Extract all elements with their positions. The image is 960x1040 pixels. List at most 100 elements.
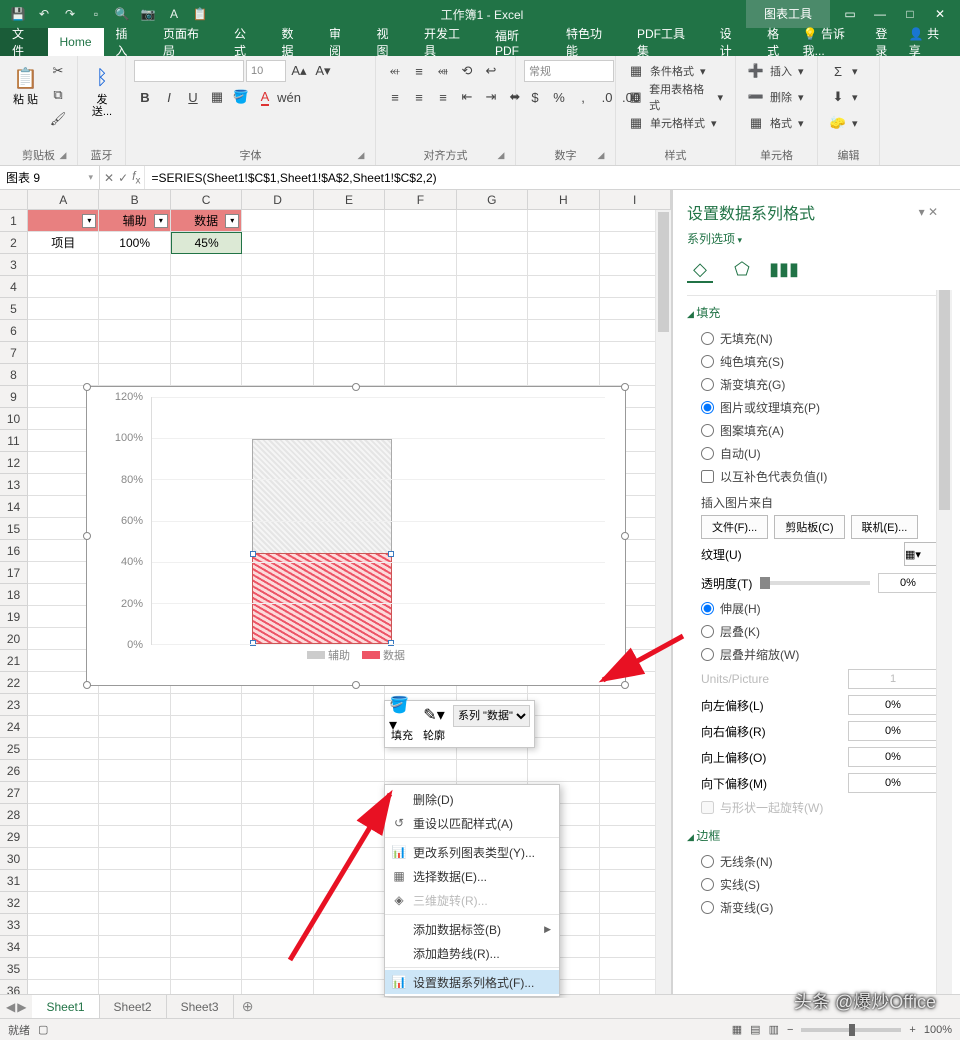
cell[interactable] <box>28 870 99 892</box>
filter-dropdown-icon[interactable]: ▾ <box>82 214 96 228</box>
cell[interactable] <box>385 320 456 342</box>
shrink-font-icon[interactable]: A▾ <box>312 60 334 82</box>
row-header[interactable]: 32 <box>0 892 28 914</box>
cell[interactable] <box>28 914 99 936</box>
cell[interactable] <box>385 254 456 276</box>
cell[interactable] <box>385 298 456 320</box>
cell[interactable] <box>242 760 313 782</box>
row-header[interactable]: 14 <box>0 496 28 518</box>
cell-styles-button[interactable]: ▦单元格样式 ▾ <box>624 112 721 134</box>
cell[interactable] <box>314 254 385 276</box>
row-header[interactable]: 13 <box>0 474 28 496</box>
dialog-launcher-icon[interactable]: ◢ <box>355 150 367 162</box>
chart-y-axis[interactable]: 0%20%40%60%80%100%120% <box>107 397 147 645</box>
row-header[interactable]: 11 <box>0 430 28 452</box>
column-header[interactable]: B <box>99 190 170 210</box>
cell[interactable] <box>171 892 242 914</box>
cell[interactable] <box>242 936 313 958</box>
zoom-in-icon[interactable]: + <box>909 1024 915 1036</box>
opt-stretch[interactable]: 伸展(H) <box>687 597 938 620</box>
phonetic-icon[interactable]: wén <box>278 86 300 108</box>
row-header[interactable]: 16 <box>0 540 28 562</box>
cell[interactable] <box>242 276 313 298</box>
filter-dropdown-icon[interactable]: ▾ <box>225 214 239 228</box>
section-border[interactable]: 边框 <box>687 827 938 844</box>
cell[interactable] <box>457 254 528 276</box>
cell[interactable] <box>314 804 385 826</box>
cell[interactable] <box>242 914 313 936</box>
cell[interactable] <box>242 364 313 386</box>
tab-foxit[interactable]: 福昕PDF <box>483 28 554 56</box>
font-color-icon[interactable]: A <box>254 86 276 108</box>
cell[interactable] <box>99 892 170 914</box>
cell[interactable] <box>457 364 528 386</box>
cell[interactable] <box>99 694 170 716</box>
cell[interactable] <box>99 760 170 782</box>
cell[interactable] <box>171 694 242 716</box>
row-header[interactable]: 6 <box>0 320 28 342</box>
confirm-edit-icon[interactable]: ✓ <box>118 171 128 185</box>
mini-fill-button[interactable]: 🪣▾填充 <box>389 705 415 743</box>
cell[interactable] <box>314 738 385 760</box>
cell[interactable] <box>385 760 456 782</box>
cell[interactable] <box>457 298 528 320</box>
cell[interactable]: 数据▾ <box>171 210 242 232</box>
align-top-icon[interactable]: ⬴ <box>384 60 406 82</box>
table-format-button[interactable]: ▦套用表格格式 ▾ <box>624 86 727 108</box>
align-middle-icon[interactable]: ≡ <box>408 60 430 82</box>
opt-gradient-fill[interactable]: 渐变填充(G) <box>687 373 938 396</box>
sheet-nav-prev-icon[interactable]: ◀ <box>6 1000 15 1014</box>
view-page-layout-icon[interactable]: ▤ <box>750 1023 760 1036</box>
cell[interactable] <box>314 914 385 936</box>
offset-bottom-input[interactable]: 0% <box>848 773 938 793</box>
grow-font-icon[interactable]: A▴ <box>288 60 310 82</box>
ctx-format-data-series[interactable]: 📊设置数据系列格式(F)... <box>385 970 559 994</box>
view-normal-icon[interactable]: ▦ <box>732 1023 742 1036</box>
row-header[interactable]: 34 <box>0 936 28 958</box>
cell[interactable] <box>99 716 170 738</box>
opt-solid-fill[interactable]: 纯色填充(S) <box>687 350 938 373</box>
cell[interactable] <box>171 342 242 364</box>
column-headers[interactable]: ABCDEFGHI <box>28 190 671 210</box>
paste-button[interactable]: 📋粘 贴 <box>8 60 43 110</box>
pane-subtitle[interactable]: 系列选项 <box>687 230 938 247</box>
cell[interactable] <box>171 782 242 804</box>
cell[interactable] <box>28 276 99 298</box>
copy-icon[interactable]: ⧉ <box>47 84 69 106</box>
font-icon[interactable]: A <box>162 3 186 25</box>
indent-dec-icon[interactable]: ⇤ <box>456 86 478 108</box>
cell[interactable] <box>28 848 99 870</box>
pane-close-icon[interactable]: ✕ <box>928 205 938 219</box>
cell[interactable] <box>457 760 528 782</box>
sheet-tab-1[interactable]: Sheet1 <box>32 995 99 1019</box>
ctx-select-data[interactable]: ▦选择数据(E)... <box>385 864 559 888</box>
cell[interactable] <box>528 716 599 738</box>
cell[interactable] <box>457 276 528 298</box>
cell[interactable] <box>28 738 99 760</box>
cell[interactable] <box>457 342 528 364</box>
cell[interactable] <box>314 298 385 320</box>
offset-top-input[interactable]: 0% <box>848 747 938 767</box>
tab-formulas[interactable]: 公式 <box>222 28 270 56</box>
cell[interactable] <box>385 364 456 386</box>
underline-icon[interactable]: U <box>182 86 204 108</box>
select-all-button[interactable] <box>0 190 28 210</box>
row-header[interactable]: 1 <box>0 210 28 232</box>
cell[interactable] <box>99 782 170 804</box>
cell[interactable] <box>242 342 313 364</box>
row-header[interactable]: 33 <box>0 914 28 936</box>
tell-me[interactable]: 💡 告诉我... <box>803 25 866 59</box>
cell[interactable] <box>99 804 170 826</box>
row-header[interactable]: 17 <box>0 562 28 584</box>
cell[interactable] <box>314 716 385 738</box>
cell[interactable] <box>171 276 242 298</box>
delete-cells-button[interactable]: ➖删除 ▾ <box>744 86 808 108</box>
cell[interactable] <box>457 320 528 342</box>
row-header[interactable]: 30 <box>0 848 28 870</box>
cell[interactable] <box>314 342 385 364</box>
cell[interactable] <box>28 892 99 914</box>
align-right-icon[interactable]: ≡ <box>432 86 454 108</box>
cell[interactable] <box>242 958 313 980</box>
cell[interactable] <box>171 826 242 848</box>
row-header[interactable]: 20 <box>0 628 28 650</box>
